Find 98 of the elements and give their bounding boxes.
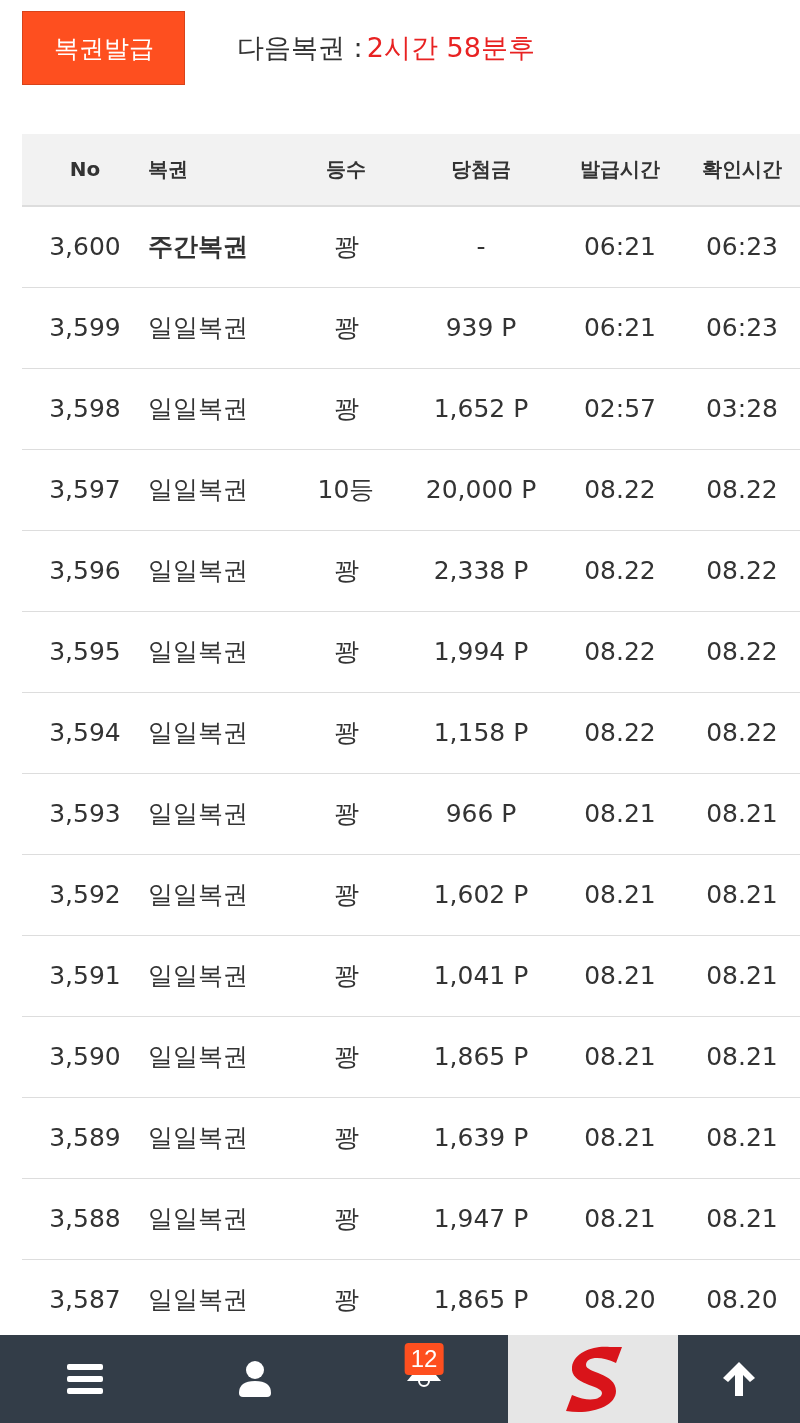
table-cell-text: 일일복권 xyxy=(148,636,249,669)
table-cell-text: 3,593 xyxy=(48,799,122,829)
table-cell-text: 06:23 xyxy=(704,313,779,343)
table-cell-text: 08.21 xyxy=(705,799,779,829)
table-cell-text: 08.21 xyxy=(705,880,779,910)
table-cell-text: 꽝 xyxy=(332,555,360,588)
column-header: 복권 xyxy=(148,155,189,183)
next-lottery-time: 2시간 58분후 xyxy=(366,31,535,66)
column-header: 당첨금 xyxy=(450,155,512,183)
table-cell-text: 966 P xyxy=(444,799,518,829)
table-cell-text: 08.20 xyxy=(583,1285,657,1315)
table-cell-text: 3,599 xyxy=(48,313,122,343)
table-cell-text: 08.21 xyxy=(583,1204,657,1234)
table-cell-text: 1,865 P xyxy=(432,1042,530,1072)
table-cell-text: 일일복권 xyxy=(148,879,249,912)
notification-badge: 12 xyxy=(404,1343,444,1375)
table-cell-text: 08.22 xyxy=(583,475,657,505)
table-cell-text: 꽝 xyxy=(332,636,360,669)
table-cell-text: 1,652 P xyxy=(432,394,530,424)
table-cell-text: 일일복권 xyxy=(148,474,249,507)
table-cell-text: 꽝 xyxy=(332,1203,360,1236)
table-cell-text: 1,041 P xyxy=(432,961,530,991)
table-cell-text: 06:21 xyxy=(582,313,657,343)
table-cell-text: 3,596 xyxy=(48,556,122,586)
table-cell-text: 꽝 xyxy=(332,717,360,750)
table-cell-text: 꽝 xyxy=(332,231,360,264)
table-cell-text: 08.21 xyxy=(583,799,657,829)
table-cell-text: - xyxy=(475,232,487,262)
table-cell-text: 3,590 xyxy=(48,1042,122,1072)
table-cell-text: 3,589 xyxy=(48,1123,122,1153)
logo-button[interactable] xyxy=(508,1335,678,1423)
table-cell-text: 일일복권 xyxy=(148,555,249,588)
table-cell-text: 08.22 xyxy=(705,475,779,505)
table-cell-text: 08.22 xyxy=(583,718,657,748)
table-cell-text: 06:23 xyxy=(704,232,779,262)
table-cell-text: 08.20 xyxy=(705,1285,779,1315)
table-cell-text: 08.22 xyxy=(705,637,779,667)
table-cell-text: 일일복권 xyxy=(148,960,249,993)
table-cell-text: 08.22 xyxy=(583,556,657,586)
table-cell-text: 06:21 xyxy=(582,232,657,262)
table-cell-text: 08.21 xyxy=(705,1042,779,1072)
table-cell-text: 08.21 xyxy=(705,961,779,991)
table-cell-text: 08.22 xyxy=(583,637,657,667)
table-cell-text: 일일복권 xyxy=(148,393,249,426)
column-header: 발급시간 xyxy=(579,155,661,183)
table-cell-text: 일일복권 xyxy=(148,798,249,831)
table-cell-text: 3,587 xyxy=(48,1285,122,1315)
table-cell-text: 1,158 P xyxy=(432,718,530,748)
table-cell-text: 10등 xyxy=(316,474,376,507)
table-cell-text: 일일복권 xyxy=(148,1122,249,1155)
table-cell-text: 02:57 xyxy=(582,394,657,424)
table-cell-text: 일일복권 xyxy=(148,1284,249,1317)
table-cell-text: 1,639 P xyxy=(432,1123,530,1153)
table-cell-text: 꽝 xyxy=(332,798,360,831)
table-cell-text: 3,592 xyxy=(48,880,122,910)
table-cell-text: 1,947 P xyxy=(432,1204,530,1234)
table-cell-text: 03:28 xyxy=(704,394,779,424)
table-cell-text: 08.21 xyxy=(583,1123,657,1153)
table-cell-text: 1,994 P xyxy=(432,637,530,667)
next-lottery-label: 다음복권 : xyxy=(237,31,363,66)
table-cell-text: 08.21 xyxy=(583,961,657,991)
table-cell-text: 08.21 xyxy=(583,1042,657,1072)
table-cell-text: 꽝 xyxy=(332,312,360,345)
table-cell-text: 08.22 xyxy=(705,556,779,586)
table-cell-text: 3,591 xyxy=(48,961,122,991)
table-cell-text: 꽝 xyxy=(332,1041,360,1074)
table-cell-text: 08.22 xyxy=(705,718,779,748)
table-cell-text: 꽝 xyxy=(332,393,360,426)
table-cell-text: 꽝 xyxy=(332,960,360,993)
table-cell-text: 3,594 xyxy=(48,718,122,748)
issue-button[interactable]: 복권발급 xyxy=(22,11,185,86)
table-cell-text: 일일복권 xyxy=(148,1203,249,1236)
table-cell-text: 1,865 P xyxy=(432,1285,530,1315)
table-cell-text: 꽝 xyxy=(332,1284,360,1317)
user-icon[interactable] xyxy=(239,1361,271,1397)
menu-icon[interactable] xyxy=(66,1363,104,1395)
table-cell-text: 3,598 xyxy=(48,394,122,424)
column-header: 확인시간 xyxy=(701,155,783,183)
column-header: 등수 xyxy=(325,155,367,183)
table-cell-text: 3,597 xyxy=(48,475,122,505)
table-cell-text: 3,595 xyxy=(48,637,122,667)
table-cell-text: 1,602 P xyxy=(432,880,530,910)
table-cell-text: 2,338 P xyxy=(432,556,530,586)
table-cell-text: 08.21 xyxy=(705,1123,779,1153)
table-cell-text: 3,588 xyxy=(48,1204,122,1234)
table-cell-text: 일일복권 xyxy=(148,717,249,750)
table-cell-text: 꽝 xyxy=(332,1122,360,1155)
table-cell-text: 08.21 xyxy=(705,1204,779,1234)
table-cell-text: 꽝 xyxy=(332,879,360,912)
table-cell-text: 08.21 xyxy=(583,880,657,910)
table-cell-text: 20,000 P xyxy=(424,475,538,505)
table-cell-text: 일일복권 xyxy=(148,1041,249,1074)
table-cell-text: 주간복권 xyxy=(148,231,249,264)
column-header: No xyxy=(68,157,102,182)
table-cell-text: 일일복권 xyxy=(148,312,249,345)
table-cell-text: 939 P xyxy=(444,313,518,343)
table-cell-text: 3,600 xyxy=(48,232,122,262)
scroll-up-icon[interactable] xyxy=(721,1360,757,1398)
